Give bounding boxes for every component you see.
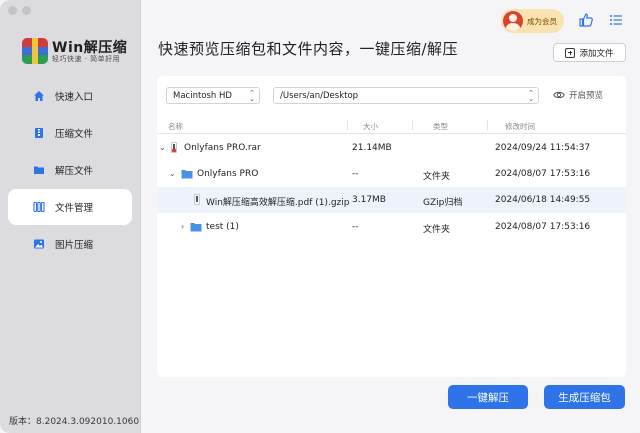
menu-list-icon[interactable] (608, 12, 624, 28)
table-row[interactable]: ⌄ Onlyfans PRO.rar 21.14MB 2024/09/24 11… (157, 135, 626, 161)
close-window-button[interactable] (8, 6, 17, 15)
chevron-updown-icon: ⌃ ⌄ (528, 89, 534, 103)
row-size: 3.17MB (352, 195, 386, 205)
volume-value: Macintosh HD (173, 90, 232, 101)
create-archive-button[interactable]: 生成压缩包 (544, 385, 625, 409)
member-button[interactable]: 成为会员 (501, 9, 564, 33)
preview-label: 开启预览 (569, 91, 604, 101)
sidebar-item-file-manager[interactable]: 文件管理 (8, 189, 132, 225)
table-row[interactable]: › test (1) -- 文件夹 2024/08/07 17:53:16 (157, 214, 626, 240)
files-icon (33, 201, 45, 213)
home-icon (33, 90, 45, 102)
column-size[interactable]: 大小 (363, 121, 378, 132)
add-file-label: 添加文件 (579, 48, 614, 59)
member-label: 成为会员 (527, 16, 557, 26)
chevron-updown-icon: ⌃ ⌄ (249, 89, 255, 103)
row-modified: 2024/08/07 17:53:16 (495, 169, 591, 179)
folder-icon (190, 222, 202, 232)
avatar (503, 11, 523, 31)
row-size: -- (352, 222, 359, 232)
column-modified[interactable]: 修改时间 (505, 121, 535, 132)
plus-icon (565, 47, 576, 58)
row-name: Win解压缩高效解压缩.pdf (1).gzip (206, 198, 350, 208)
table-row[interactable]: Win解压缩高效解压缩.pdf (1).gzip 3.17MB GZip归档 2… (157, 187, 626, 213)
sidebar-item-image-compress[interactable]: 图片压缩 (8, 226, 132, 262)
one-click-extract-button[interactable]: 一键解压 (448, 385, 528, 409)
path-value: /Users/an/Desktop (280, 90, 359, 101)
add-file-button[interactable]: 添加文件 (553, 43, 626, 62)
preview-toggle[interactable]: 开启预览 (553, 89, 603, 101)
column-name[interactable]: 名称 (168, 121, 183, 132)
sidebar-item-extract[interactable]: 解压文件 (8, 152, 132, 188)
sidebar-item-label: 快速入口 (55, 92, 94, 103)
app-tagline: 轻巧快速 · 简单好用 (52, 55, 121, 63)
table-header: 名称 大小 类型 修改时间 (157, 116, 626, 134)
row-type: 文件夹 (423, 225, 451, 235)
path-select[interactable]: /Users/an/Desktop ⌃ ⌄ (273, 87, 539, 104)
folder-icon (181, 169, 193, 179)
row-type: 文件夹 (423, 172, 451, 182)
folder-icon (33, 164, 45, 176)
table-row[interactable]: ⌄ Onlyfans PRO -- 文件夹 2024/08/07 17:53:1… (157, 161, 626, 187)
eye-icon (553, 91, 565, 99)
file-icon (194, 194, 200, 205)
sidebar-item-label: 解压文件 (55, 166, 94, 177)
sidebar-item-label: 图片压缩 (55, 240, 94, 251)
sidebar-nav: 快速入口 压缩文件 解压文件 文件管理 图片压缩 (8, 78, 132, 263)
thumbs-up-icon[interactable] (578, 12, 594, 28)
image-icon (33, 238, 45, 250)
column-type[interactable]: 类型 (433, 121, 448, 132)
minimize-window-button[interactable] (22, 6, 31, 15)
row-name: Onlyfans PRO.rar (184, 143, 261, 153)
chevron-down-icon[interactable]: ⌄ (159, 143, 166, 152)
row-modified: 2024/09/24 11:54:37 (495, 143, 591, 153)
row-modified: 2024/06/18 14:49:55 (495, 195, 591, 205)
chevron-down-icon[interactable]: ⌄ (169, 169, 176, 178)
sidebar-item-quick-access[interactable]: 快速入口 (8, 78, 132, 114)
archive-file-icon (171, 142, 177, 153)
app-logo-icon (22, 38, 48, 64)
window-controls (8, 6, 31, 15)
row-name: Onlyfans PRO (197, 169, 259, 179)
row-size: 21.14MB (352, 143, 392, 153)
version-label: 版本：8.2024.3.092010.1060 (9, 417, 140, 427)
row-type: GZip归档 (423, 198, 463, 208)
row-name: test (1) (206, 222, 239, 232)
file-browser-panel: Macintosh HD ⌃ ⌄ /Users/an/Desktop ⌃ ⌄ 开启预… (157, 76, 626, 377)
sidebar-item-compress[interactable]: 压缩文件 (8, 115, 132, 151)
volume-select[interactable]: Macintosh HD ⌃ ⌄ (166, 87, 260, 104)
sidebar-item-label: 文件管理 (55, 203, 94, 214)
archive-icon (33, 127, 45, 139)
sidebar-item-label: 压缩文件 (55, 129, 94, 140)
row-modified: 2024/08/07 17:53:16 (495, 222, 591, 232)
main-area: 成为会员 快速预览压缩包和文件内容，一键压缩/解压 添加文件 Macintosh… (141, 0, 640, 433)
row-size: -- (352, 169, 359, 179)
chevron-right-icon[interactable]: › (181, 222, 184, 231)
page-title: 快速预览压缩包和文件内容，一键压缩/解压 (158, 40, 459, 58)
sidebar: Win解压缩 轻巧快速 · 简单好用 快速入口 压缩文件 解压文件 文件管理 图… (0, 0, 141, 433)
app-window: Win解压缩 轻巧快速 · 简单好用 快速入口 压缩文件 解压文件 文件管理 图… (0, 0, 640, 433)
